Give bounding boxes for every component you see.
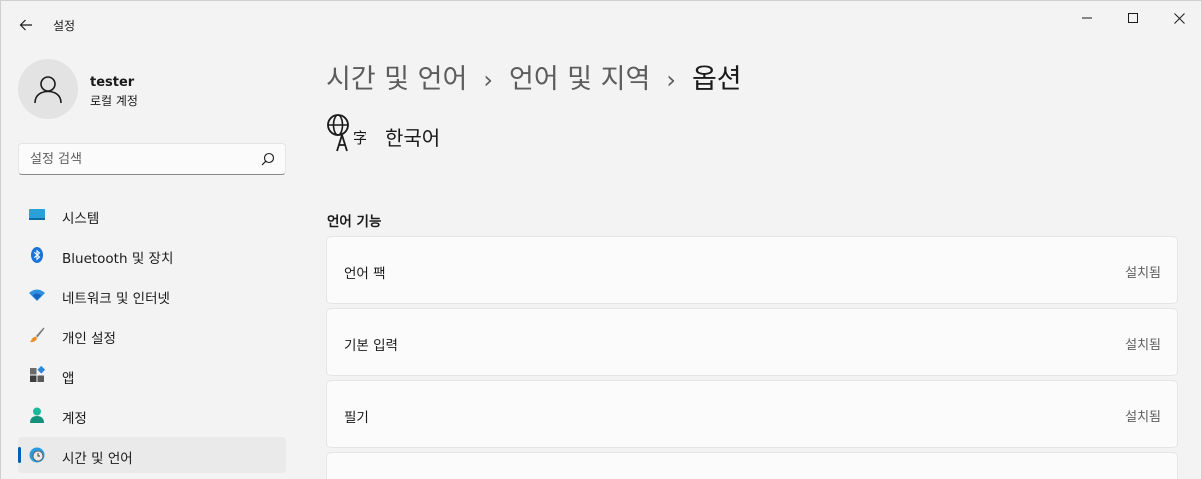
globe-clock-icon [29,447,45,463]
sidebar-item-personalization[interactable]: 개인 설정 [18,317,286,353]
feature-row-handwriting[interactable]: 필기 설치됨 [326,380,1178,448]
search-input[interactable] [19,144,249,174]
feature-row-basic-typing[interactable]: 기본 입력 설치됨 [326,308,1178,376]
feature-label: 필기 [344,410,369,426]
language-icon: 字 [327,114,366,152]
sidebar-item-bluetooth[interactable]: Bluetooth 및 장치 [18,237,286,273]
active-indicator [18,447,21,463]
title-bar: 설정 [1,1,1201,49]
avatar [18,59,78,119]
close-button[interactable] [1156,1,1202,35]
feature-status: 설치됨 [1125,266,1161,281]
settings-search-box[interactable] [18,143,286,175]
monitor-icon [29,209,45,220]
sidebar-item-label: 시스템 [62,211,100,227]
app-title: 설정 [53,19,76,33]
user-avatar-icon [34,76,62,104]
sidebar-nav: 시스템 Bluetooth 및 장치 네트워크 및 인터넷 개인 설정 앱 계정… [18,197,286,477]
sidebar-item-label: 개인 설정 [62,331,116,347]
page-title: 옵션 [691,64,742,95]
feature-row-partial[interactable] [326,452,1178,479]
sidebar-item-label: Bluetooth 및 장치 [62,251,174,267]
paintbrush-icon [30,327,45,343]
sidebar-item-label: 네트워크 및 인터넷 [62,291,170,307]
minimize-button[interactable] [1064,1,1110,35]
person-icon [30,407,44,423]
maximize-button[interactable] [1110,1,1156,35]
wifi-icon [29,289,45,301]
breadcrumb-separator: › [666,66,676,94]
breadcrumb-separator: › [483,66,493,94]
breadcrumb: 시간 및 언어 › 언어 및 지역 › 옵션 [326,57,742,96]
sidebar-item-label: 앱 [62,371,75,387]
feature-row-language-pack[interactable]: 언어 팩 설치됨 [326,236,1178,304]
feature-status: 설치됨 [1125,410,1161,425]
user-profile[interactable]: tester 로컬 계정 [18,59,288,119]
account-type: 로컬 계정 [90,94,138,108]
sidebar-item-label: 계정 [62,411,87,427]
close-icon [1173,12,1185,24]
feature-label: 기본 입력 [344,338,398,354]
feature-status: 설치됨 [1125,338,1161,353]
back-arrow-icon [19,19,32,31]
section-title-language-features: 언어 기능 [327,214,382,230]
sidebar-item-network[interactable]: 네트워크 및 인터넷 [18,277,286,313]
bluetooth-icon [31,247,43,263]
sidebar-item-apps[interactable]: 앱 [18,357,286,393]
breadcrumb-item-language-region[interactable]: 언어 및 지역 [509,64,650,95]
language-name: 한국어 [385,126,441,150]
sidebar-item-time-language[interactable]: 시간 및 언어 [18,437,286,473]
back-button[interactable] [11,11,41,39]
sidebar-item-system[interactable]: 시스템 [18,197,286,233]
search-icon[interactable] [261,152,275,166]
apps-icon [30,366,46,382]
profile-name: tester [90,75,135,90]
svg-text:字: 字 [353,129,366,147]
breadcrumb-item-time-language[interactable]: 시간 및 언어 [326,64,467,95]
sidebar-item-label: 시간 및 언어 [62,451,133,467]
settings-window: 설정 tester 로컬 계정 설정 검색 시스템 Bluetooth 및 장치… [0,0,1202,479]
feature-label: 언어 팩 [344,266,386,282]
sidebar-item-accounts[interactable]: 계정 [18,397,286,433]
minimize-icon [1082,17,1092,19]
maximize-icon [1128,13,1138,23]
